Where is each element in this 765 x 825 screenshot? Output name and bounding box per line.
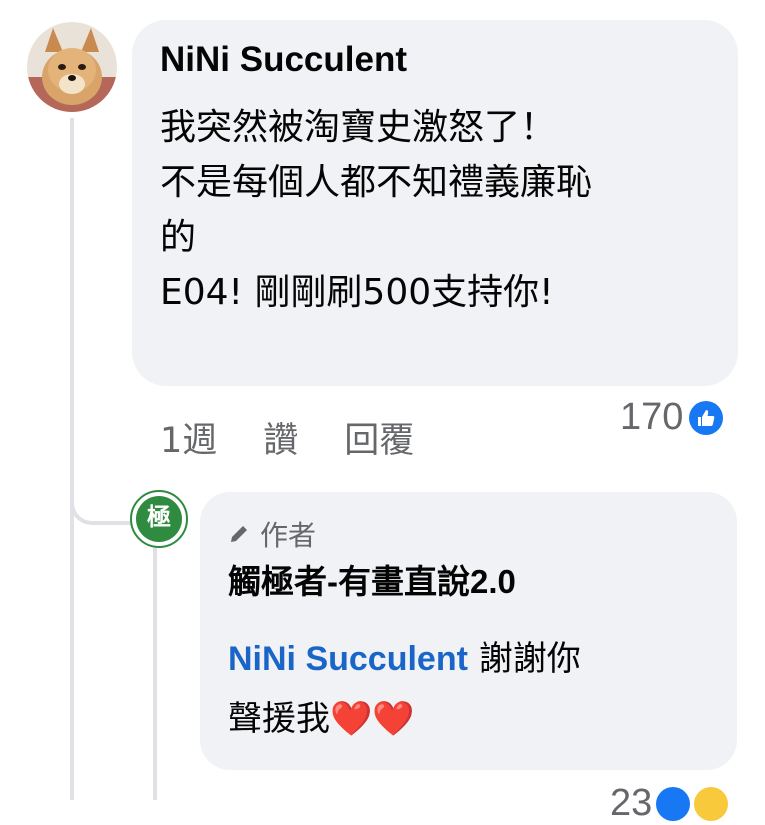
- like-button[interactable]: 讚: [263, 412, 298, 463]
- thumbs-up-icon: [656, 786, 691, 821]
- comment-author[interactable]: NiNi Succulent: [160, 40, 407, 80]
- author-badge: 作者: [228, 514, 316, 554]
- comment-bubble: NiNi Succulent 我突然被淘寶史激怒了！ 不是每個人都不知禮義廉恥 …: [132, 20, 738, 386]
- reply-reactions[interactable]: 23: [610, 782, 729, 825]
- comment-line: 不是每個人都不知禮義廉恥: [160, 162, 593, 203]
- thumbs-up-icon: [689, 400, 724, 435]
- thread-line-main: [70, 118, 74, 800]
- reply-body: NiNi Succulent 謝謝你 聲援我❤️❤️: [228, 629, 581, 749]
- comment-line: 我突然被淘寶史激怒了！: [160, 107, 557, 148]
- reply-avatar[interactable]: 極: [130, 490, 188, 548]
- thread-line-reply: [153, 548, 157, 800]
- comment-time[interactable]: 1週: [160, 412, 217, 463]
- author-badge-label: 作者: [260, 519, 317, 552]
- reply-text: 聲援我: [228, 699, 330, 739]
- comment-line: E04! 剛剛刷500支持你!: [160, 272, 554, 313]
- dog-avatar: [27, 22, 117, 112]
- reaction-count: 23: [610, 782, 653, 824]
- reply-author[interactable]: 觸極者-有畫直說2.0: [228, 562, 516, 602]
- comment-body: 我突然被淘寶史激怒了！ 不是每個人都不知禮義廉恥 的 E04! 剛剛刷500支持…: [160, 100, 592, 320]
- heart-emoji: ❤️❤️: [330, 699, 415, 739]
- wow-emoji: [694, 786, 729, 821]
- comment-line: 的: [160, 217, 197, 258]
- reply-bubble: 作者 觸極者-有畫直說2.0 NiNi Succulent 謝謝你 聲援我❤️❤…: [200, 492, 737, 770]
- comment-reactions[interactable]: 170: [620, 396, 724, 439]
- reply-text: 謝謝你: [467, 639, 581, 679]
- pencil-icon: [231, 526, 247, 542]
- comment-actions: 1週 讚 回覆: [160, 412, 414, 463]
- mention-link[interactable]: NiNi Succulent: [228, 640, 468, 678]
- brand-avatar: 極: [136, 496, 182, 542]
- thread-connector-reply: [70, 475, 132, 525]
- brand-avatar-char: 極: [147, 503, 171, 531]
- reply-button[interactable]: 回覆: [344, 412, 414, 463]
- commenter-avatar[interactable]: [27, 22, 117, 112]
- reaction-count: 170: [620, 396, 684, 438]
